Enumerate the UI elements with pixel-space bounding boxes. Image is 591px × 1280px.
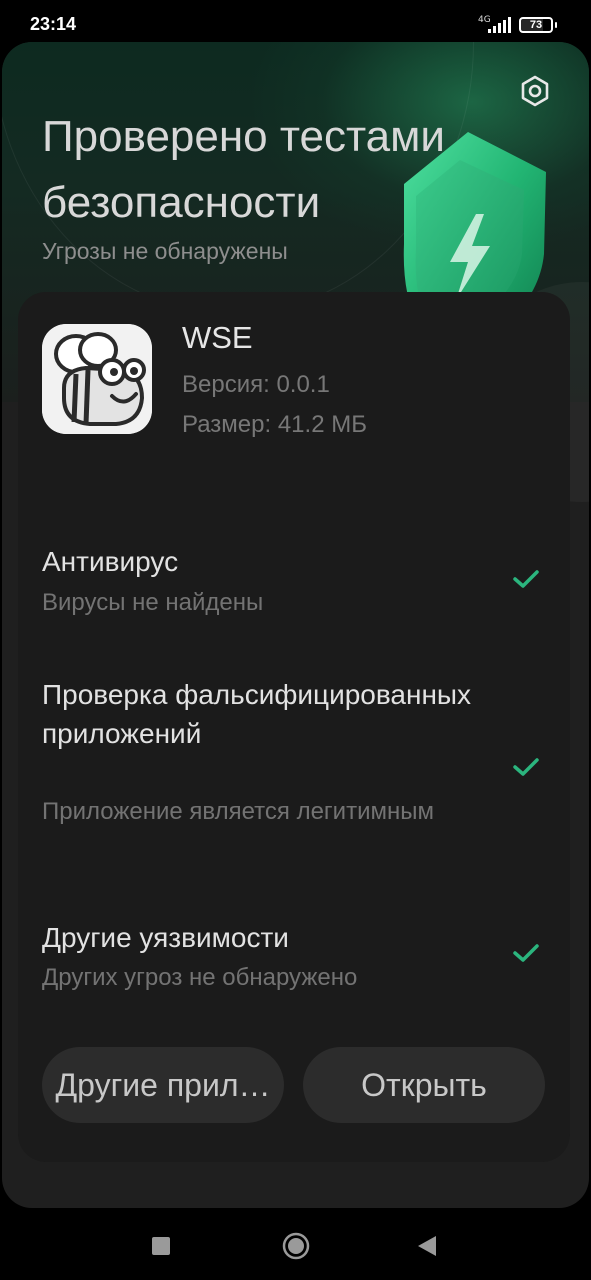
navigation-bar	[0, 1208, 591, 1280]
check-vulnerabilities-description: Других угроз не обнаружено	[42, 964, 358, 991]
check-antivirus-description: Вирусы не найдены	[42, 589, 264, 616]
battery-tip	[555, 22, 557, 28]
status-time: 23:14	[30, 14, 77, 34]
check-vulnerabilities-title: Другие уязвимости	[42, 922, 289, 953]
signal-icon	[488, 17, 511, 33]
back-triangle-icon[interactable]	[416, 1234, 438, 1258]
check-icon	[513, 944, 539, 962]
check-antivirus-title: Антивирус	[42, 546, 179, 577]
settings-icon[interactable]	[518, 74, 552, 108]
check-icon	[513, 758, 539, 776]
other-apps-button[interactable]: Другие прил…	[42, 1047, 284, 1123]
battery-icon: 73	[519, 17, 553, 33]
check-icon	[513, 570, 539, 588]
app-version: Версия: 0.0.1	[182, 371, 330, 398]
page-title: Проверено тестами безопасности	[42, 112, 445, 227]
app-name: WSE	[182, 320, 253, 355]
app-icon	[42, 324, 152, 434]
recents-square-icon[interactable]	[152, 1237, 170, 1255]
status-bar: 23:14 4G 73	[0, 0, 591, 44]
home-circle-icon[interactable]	[282, 1232, 310, 1260]
app-size: Размер: 41.2 МБ	[182, 411, 367, 438]
check-fake-apps-description: Приложение является легитимным	[42, 798, 434, 825]
page-subtitle: Угрозы не обнаружены	[42, 238, 288, 264]
check-fake-apps-title: Проверка фальсифицированных приложений	[42, 679, 472, 749]
open-app-button[interactable]: Открыть	[303, 1047, 545, 1123]
battery-percent: 73	[529, 19, 543, 31]
